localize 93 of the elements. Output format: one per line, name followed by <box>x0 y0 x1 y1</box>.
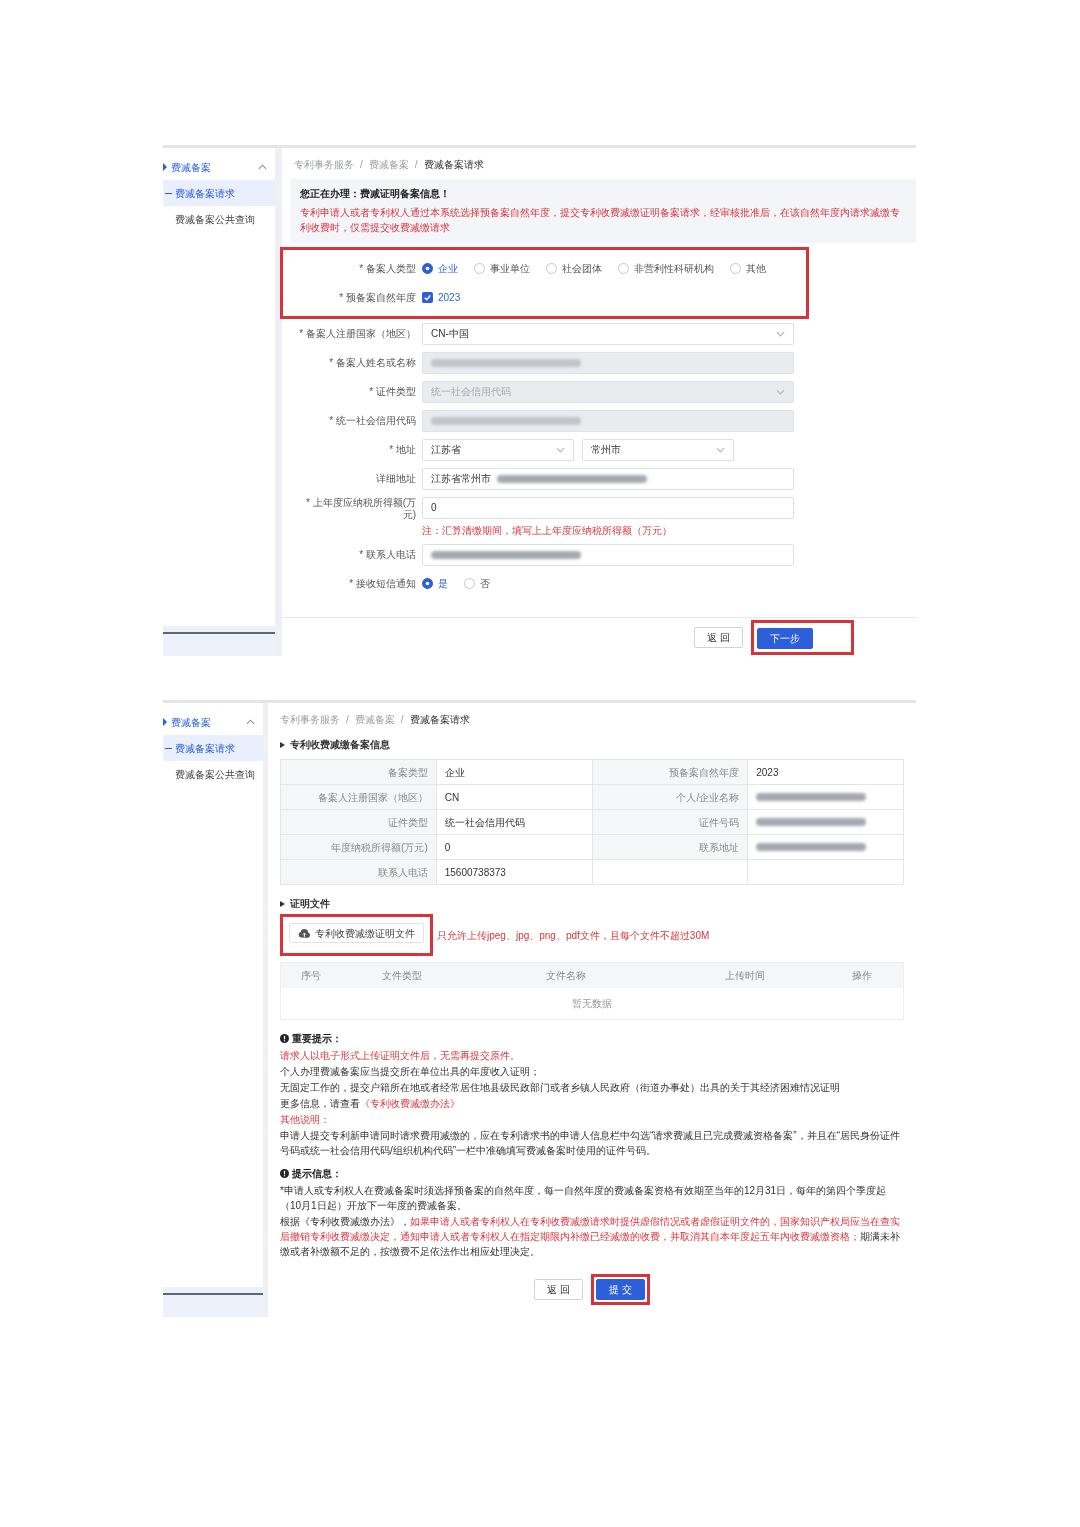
column-header: 文件类型 <box>341 963 464 988</box>
chevron-down-icon <box>716 446 725 453</box>
select-field[interactable]: 常州市 <box>582 438 734 461</box>
field-label: * 备案人注册国家（地区） <box>298 326 417 341</box>
next-button[interactable]: 下一步 <box>757 627 813 649</box>
radio-option[interactable]: 其他 <box>730 262 766 275</box>
column-header: 序号 <box>281 963 341 988</box>
field-label: * 备案人类型 <box>358 261 417 276</box>
radio-option[interactable]: 是 <box>422 577 448 590</box>
radio-option[interactable]: 企业 <box>422 262 458 275</box>
field-label: * 上年度应纳税所得额(万元) <box>305 496 417 521</box>
field-label: 年度纳税所得额(万元) <box>281 835 437 860</box>
note-text: *申请人或专利权人在费减备案时须选择预备案的自然年度，每一自然年度的费减备案资格有效期至当年的12月31日，每年的第四个季度起（10月1日起）开放下一年度的费减备案。 <box>280 1184 888 1213</box>
field-label: 备案人注册国家（地区） <box>281 785 437 810</box>
note-text: 个人办理费减备案应当提交所在单位出具的年度收入证明； <box>280 1065 541 1079</box>
notice-text: 专利申请人或者专利权人通过本系统选择预备案自然年度，提交专利收费减缴证明备案请求，经审核批准后，在该自然年度内请求减缴专利收费时，仅需提交收费减缴请求 <box>300 206 901 235</box>
field-label: 证件号码 <box>592 810 749 835</box>
field-value: 15600738373 <box>444 865 506 879</box>
chevron-down-icon <box>776 388 785 395</box>
back-button[interactable]: 返 回 <box>694 626 743 648</box>
checkbox-option[interactable]: 2023 <box>422 291 461 304</box>
note-text: 无固定工作的，提交户籍所在地或者经常居住地县级民政部门或者乡镇人民政府（街道办事处）出具的关于其经济困难情况证明 <box>280 1081 841 1095</box>
radio-option[interactable]: 事业单位 <box>474 262 530 275</box>
field-label: 备案类型 <box>281 760 437 785</box>
upload-button[interactable]: 专利收费减缴证明文件 <box>289 923 424 943</box>
radio-option[interactable]: 否 <box>464 577 490 590</box>
tree-line-icon <box>165 747 172 749</box>
field-label: * 备案人姓名或名称 <box>328 355 417 370</box>
caret-right-icon <box>163 718 167 726</box>
menu-group[interactable]: 费减备案 <box>163 154 275 180</box>
field-label: 联系地址 <box>592 835 749 860</box>
note-text: 更多信息，请查看《专利收费减缴办法》 <box>280 1097 461 1111</box>
field-label: * 联系人电话 <box>358 547 417 562</box>
radio-option[interactable]: 非营利性科研机构 <box>618 262 714 275</box>
empty-state-text: 暂无数据 <box>572 998 612 1009</box>
field-label: * 证件类型 <box>368 384 417 399</box>
field-label: 证件类型 <box>281 810 437 835</box>
breadcrumb-separator: / <box>360 158 363 171</box>
breadcrumb-current: 费减备案请求 <box>423 158 484 171</box>
submit-button[interactable]: 提 交 <box>596 1279 645 1300</box>
field-label: 详细地址 <box>375 471 417 486</box>
exclamation-icon <box>280 1034 289 1043</box>
field-label: * 地址 <box>388 442 417 457</box>
note-text: 请求人以电子形式上传证明文件后，无需再提交原件。 <box>280 1049 521 1063</box>
note-heading: 重要提示： <box>292 1032 342 1045</box>
breadcrumb-separator: / <box>400 713 404 726</box>
breadcrumb-current: 费减备案请求 <box>409 713 470 726</box>
note-heading: 提示信息： <box>292 1167 342 1180</box>
field-value: 0 <box>444 840 451 854</box>
radio-option[interactable]: 社会团体 <box>546 262 602 275</box>
input-field[interactable]: 江苏省常州市 <box>422 467 794 490</box>
upload-hint: 只允许上传jpeg、jpg、png、pdf文件，且每个文件不超过30M <box>437 928 710 942</box>
field-value: 2023 <box>756 765 779 779</box>
chevron-down-icon <box>556 446 565 453</box>
notice-title: 您正在办理：费减证明备案信息！ <box>300 187 451 200</box>
document-link[interactable]: 《专利收费减缴办法》 <box>360 1098 460 1109</box>
exclamation-icon <box>280 1169 289 1178</box>
field-value: CN <box>444 790 460 804</box>
field-label: 预备案自然年度 <box>592 760 749 785</box>
field-label: * 预备案自然年度 <box>338 290 417 305</box>
note-text: 申请人提交专利新申请同时请求费用减缴的，应在专利请求书的申请人信息栏中勾选“请求费减且已完成费减资格备案”，并且在“居民身份证件号码或统一社会信用代码/组织机构代码”一栏中准确填写费减备案时使用的证件号码。 <box>280 1129 901 1158</box>
input-field[interactable] <box>422 543 794 566</box>
field-value: 统一社会信用代码 <box>444 815 525 829</box>
bullet-icon <box>280 741 285 748</box>
menu-item[interactable]: 费减备案公共查询 <box>163 206 275 232</box>
menu-item[interactable]: 费减备案请求 <box>163 180 275 206</box>
select-field[interactable]: 江苏省 <box>422 438 574 461</box>
breadcrumb-separator: / <box>346 713 349 726</box>
field-label: 个人/企业名称 <box>592 785 749 810</box>
field-label: * 统一社会信用代码 <box>328 413 417 428</box>
chevron-down-icon <box>776 330 785 337</box>
column-header: 文件名称 <box>463 963 668 988</box>
menu-group[interactable]: 费减备案 <box>163 709 263 735</box>
breadcrumb-separator: / <box>414 158 418 171</box>
section-title: 证明文件 <box>290 897 330 910</box>
field-label: 联系人电话 <box>281 860 437 885</box>
field-label: * 接收短信通知 <box>348 576 417 591</box>
back-button[interactable]: 返 回 <box>534 1279 583 1300</box>
bullet-icon <box>280 900 285 907</box>
menu-item[interactable]: 费减备案请求 <box>163 735 263 761</box>
tree-line-icon <box>165 192 172 194</box>
field-value: 企业 <box>444 765 465 779</box>
cloud-upload-icon <box>298 928 310 938</box>
menu-item[interactable]: 费减备案公共查询 <box>163 761 263 787</box>
select-field[interactable]: CN-中国 <box>422 322 794 345</box>
caret-right-icon <box>163 163 167 171</box>
section-title: 专利收费减缴备案信息 <box>290 738 390 751</box>
note-text: 根据《专利收费减缴办法》，如果申请人或者专利权人在专利收费减缴请求时提供虚假情况或者虚假证明文件的，国家知识产权局应当在查实后撤销专利收费减缴决定，通知申请人或者专利权人在指定期限内补缴已经减缴的收费，并取消其自本年度起五年内收费减缴资格；期满未补缴或者补缴额不足的，按缴费不足依法作出相应处理决定。 <box>280 1215 901 1259</box>
note-text: 其他说明： <box>280 1113 331 1127</box>
input-field[interactable]: 0 <box>422 496 794 519</box>
column-header: 上传时间 <box>667 963 822 988</box>
field-note: 注：汇算清缴期间，填写上上年度应纳税所得额（万元） <box>422 523 673 537</box>
column-header: 操作 <box>821 963 903 988</box>
